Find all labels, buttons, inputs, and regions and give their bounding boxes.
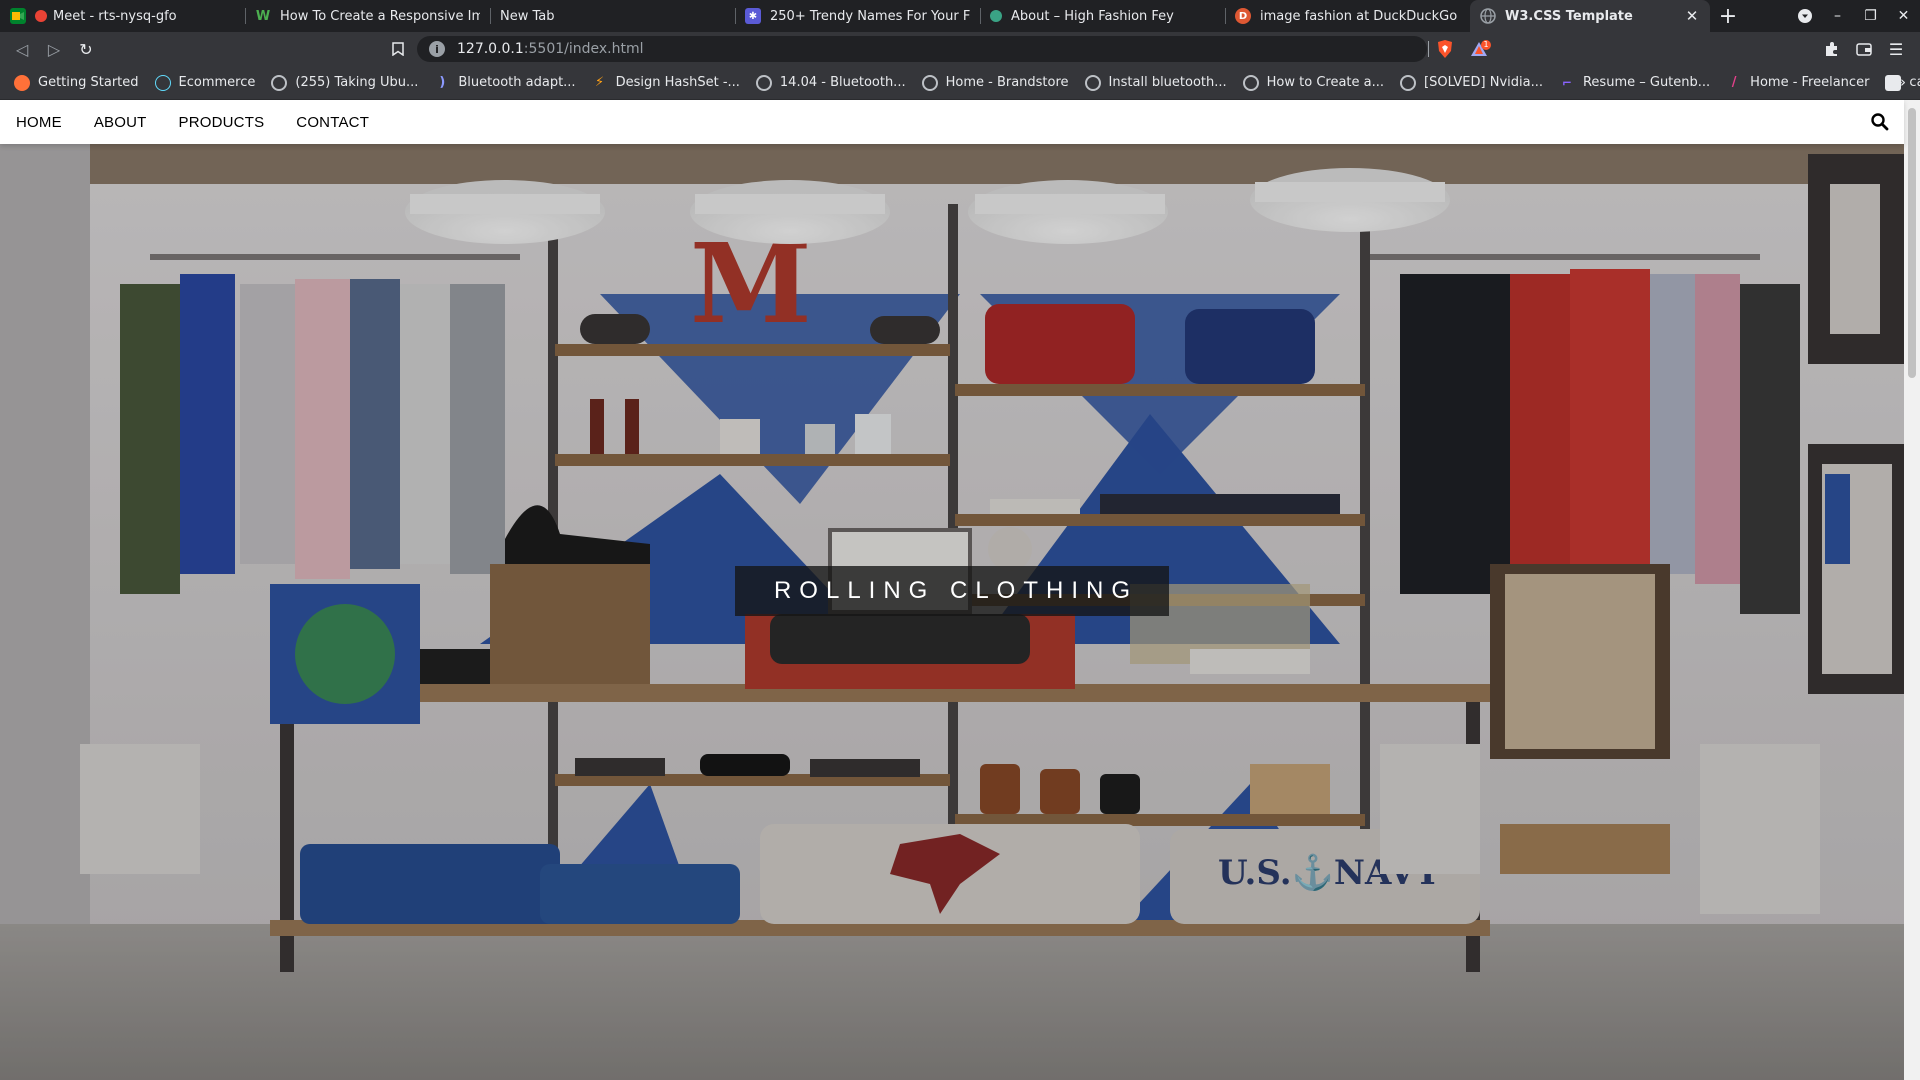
bookmark-1404-bluetooth[interactable]: 14.04 - Bluetooth... — [755, 74, 906, 91]
restore-icon[interactable]: ❐ — [1854, 0, 1887, 32]
omnibox-divider — [1428, 41, 1429, 57]
globe-icon — [1480, 8, 1496, 24]
site-icon — [990, 10, 1002, 22]
globe-icon — [1242, 74, 1259, 91]
hero-title: ROLLING CLOTHING — [735, 566, 1169, 616]
browser-toolbar: ◁ ▷ ↻ i 127.0.0.1:5501/index.html 1 ☰ — [0, 32, 1920, 66]
tab-meet[interactable]: Meet - rts-nysq-gfo — [0, 0, 245, 32]
tab-label: W3.CSS Template — [1505, 8, 1633, 24]
globe-icon — [921, 74, 938, 91]
minimize-icon[interactable]: – — [1821, 0, 1854, 32]
reload-icon[interactable]: ↻ — [70, 33, 102, 65]
bookmark-brandstore[interactable]: Home - Brandstore — [921, 74, 1069, 91]
bookmark-label: (255) Taking Ubu... — [295, 75, 419, 90]
wallet-icon[interactable] — [1848, 33, 1880, 65]
tab-label: 250+ Trendy Names For Your Fashi — [770, 8, 970, 24]
bookmark-label: Getting Started — [38, 75, 139, 90]
close-icon[interactable]: ✕ — [1684, 7, 1700, 25]
bookmark-label: Resume – Gutenb... — [1582, 75, 1711, 90]
tab-label: How To Create a Responsive Imag — [280, 8, 480, 24]
tab-new-tab[interactable]: New Tab — [490, 0, 735, 32]
bookmark-label: How to Create a... — [1266, 75, 1385, 90]
bookmarks-bar: Getting Started Ecommerce (255) Taking U… — [0, 66, 1920, 100]
page-scrollbar[interactable] — [1904, 100, 1920, 1080]
bookmark-freelancer[interactable]: / Home - Freelancer — [1726, 75, 1870, 91]
tab-responsive-image[interactable]: W How To Create a Responsive Imag — [245, 0, 490, 32]
globe-icon — [755, 74, 772, 91]
url-path: :5501/index.html — [523, 41, 644, 57]
site-info-icon[interactable]: i — [429, 41, 445, 57]
extensions-icon[interactable] — [1816, 33, 1848, 65]
brave-rewards-icon[interactable]: 1 — [1470, 40, 1492, 58]
site-navbar: HOME ABOUT PRODUCTS CONTACT — [0, 100, 1904, 144]
bookmark-label: capillary · PyPI — [1909, 75, 1920, 90]
recording-icon — [35, 10, 47, 22]
tab-label: New Tab — [500, 8, 555, 24]
globe-icon — [1400, 74, 1417, 91]
bookmark-ecommerce[interactable]: Ecommerce — [154, 74, 256, 91]
gutenberg-icon: ⌐ — [1561, 75, 1573, 90]
nav-home[interactable]: HOME — [0, 100, 78, 144]
tab-trendy-names[interactable]: ✱ 250+ Trendy Names For Your Fashi — [735, 0, 980, 32]
bookmark-label: 14.04 - Bluetooth... — [779, 75, 906, 90]
forward-icon[interactable]: ▷ — [38, 33, 70, 65]
address-bar[interactable]: i 127.0.0.1:5501/index.html — [417, 36, 1429, 62]
firefox-icon — [14, 74, 30, 91]
bookmark-label: Bluetooth adapt... — [458, 75, 576, 90]
bookmark-label: Ecommerce — [178, 75, 256, 90]
tab-strip: Meet - rts-nysq-gfo W How To Create a Re… — [0, 0, 1920, 32]
react-icon — [154, 74, 171, 91]
google-meet-icon — [10, 8, 26, 24]
bookmark-label: Design HashSet -... — [615, 75, 740, 90]
tab-high-fashion-fey[interactable]: About – High Fashion Fey — [980, 0, 1225, 32]
bookmark-bluetooth-adapter[interactable]: ) Bluetooth adapt... — [434, 75, 575, 91]
bookmark-install-bluetooth[interactable]: Install bluetooth... — [1084, 74, 1227, 91]
globe-icon — [271, 74, 288, 91]
globe-icon — [1084, 74, 1101, 91]
menu-icon[interactable]: ☰ — [1880, 33, 1912, 65]
duckduckgo-icon: D — [1235, 8, 1251, 24]
bookmark-label: Home - Brandstore — [945, 75, 1069, 90]
url-host: 127.0.0.1 — [457, 41, 524, 57]
bookmark-label: [SOLVED] Nvidia... — [1424, 75, 1543, 90]
tab-label: Meet - rts-nysq-gfo — [53, 8, 177, 24]
nav-contact[interactable]: CONTACT — [280, 100, 385, 144]
tab-label: image fashion at DuckDuckGo — [1260, 8, 1458, 24]
bracket-icon: ) — [439, 75, 446, 90]
bookmark-resume-gutenberg[interactable]: ⌐ Resume – Gutenb... — [1559, 75, 1710, 91]
nav-about[interactable]: ABOUT — [78, 100, 163, 144]
bookmark-solved-nvidia[interactable]: [SOLVED] Nvidia... — [1400, 74, 1543, 91]
hero-section: M U.S.⚓NAVY ROLLING CLOTHING — [0, 144, 1904, 1080]
bookmark-label: Install bluetooth... — [1108, 75, 1227, 90]
bookmark-how-to-create[interactable]: How to Create a... — [1242, 74, 1385, 91]
web-page: HOME ABOUT PRODUCTS CONTACT M U.S.⚓NAVY … — [0, 100, 1920, 1080]
tab-duckduckgo[interactable]: D image fashion at DuckDuckGo — [1225, 0, 1470, 32]
w-icon: W — [255, 8, 271, 24]
brave-shields-icon[interactable] — [1436, 39, 1454, 59]
bookmark-taking-ubuntu[interactable]: (255) Taking Ubu... — [271, 74, 419, 91]
bookmarks-overflow-button[interactable]: » — [1897, 73, 1906, 91]
tab-label: About – High Fashion Fey — [1011, 8, 1174, 24]
purple-square-icon: ✱ — [745, 8, 761, 24]
scrollbar-thumb[interactable] — [1908, 108, 1916, 378]
tab-search-icon[interactable] — [1788, 0, 1821, 32]
freelancer-icon: / — [1731, 75, 1737, 90]
tab-w3css-template[interactable]: W3.CSS Template ✕ — [1470, 0, 1710, 32]
window-controls: – ❐ ✕ — [1788, 0, 1920, 32]
leetcode-icon: ⚡ — [594, 75, 605, 90]
rewards-badge: 1 — [1483, 40, 1489, 49]
back-icon[interactable]: ◁ — [6, 33, 38, 65]
close-window-icon[interactable]: ✕ — [1887, 0, 1920, 32]
nav-products[interactable]: PRODUCTS — [163, 100, 281, 144]
new-tab-button[interactable]: + — [1710, 0, 1746, 32]
bookmark-getting-started[interactable]: Getting Started — [14, 74, 139, 91]
bookmark-page-icon[interactable] — [382, 33, 414, 65]
bookmark-design-hashset[interactable]: ⚡ Design HashSet -... — [592, 75, 740, 91]
bookmark-label: Home - Freelancer — [1750, 75, 1870, 90]
search-icon[interactable] — [1870, 112, 1890, 132]
